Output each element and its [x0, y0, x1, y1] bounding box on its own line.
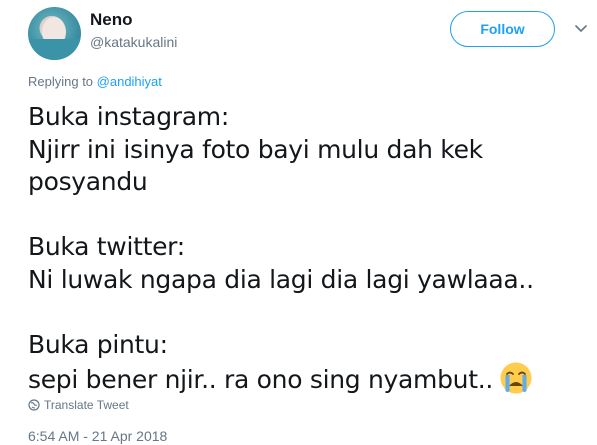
tweet-line: Ni luwak ngapa dia lagi dia lagi yawlaaa…	[28, 264, 534, 294]
tweet-timestamp[interactable]: 6:54 AM - 21 Apr 2018	[28, 428, 167, 444]
loudly-crying-face-icon	[499, 361, 533, 395]
author-display-name[interactable]: Neno	[90, 10, 133, 30]
avatar-scarf	[28, 39, 81, 60]
tweet-line-text: sepi bener njir.. ra ono sing nyambut..	[28, 365, 494, 394]
globe-icon	[28, 399, 40, 411]
tweet-line: Njirr ini isinya foto bayi mulu dah kek	[28, 134, 483, 164]
reply-handle-link[interactable]: @andihiyat	[97, 74, 162, 89]
reply-prefix: Replying to	[28, 74, 97, 89]
tweet-line-last: sepi bener njir.. ra ono sing nyambut..	[28, 361, 573, 394]
tweet-line: Buka twitter:	[28, 232, 185, 261]
avatar[interactable]	[28, 7, 81, 60]
chevron-down-icon[interactable]	[574, 22, 588, 36]
tweet-line: Buka pintu:	[28, 329, 168, 359]
tweet-line: posyandu	[28, 167, 148, 196]
translate-label: Translate Tweet	[44, 398, 129, 412]
tweet-text: Buka instagram: Njirr ini isinya foto ba…	[28, 101, 573, 394]
author-screen-name[interactable]: @katakukalini	[90, 34, 177, 50]
tweet-line: Buka instagram:	[28, 102, 229, 131]
reply-context: Replying to @andihiyat	[28, 74, 162, 89]
follow-button[interactable]: Follow	[450, 11, 555, 47]
translate-tweet-link[interactable]: Translate Tweet	[28, 398, 129, 412]
